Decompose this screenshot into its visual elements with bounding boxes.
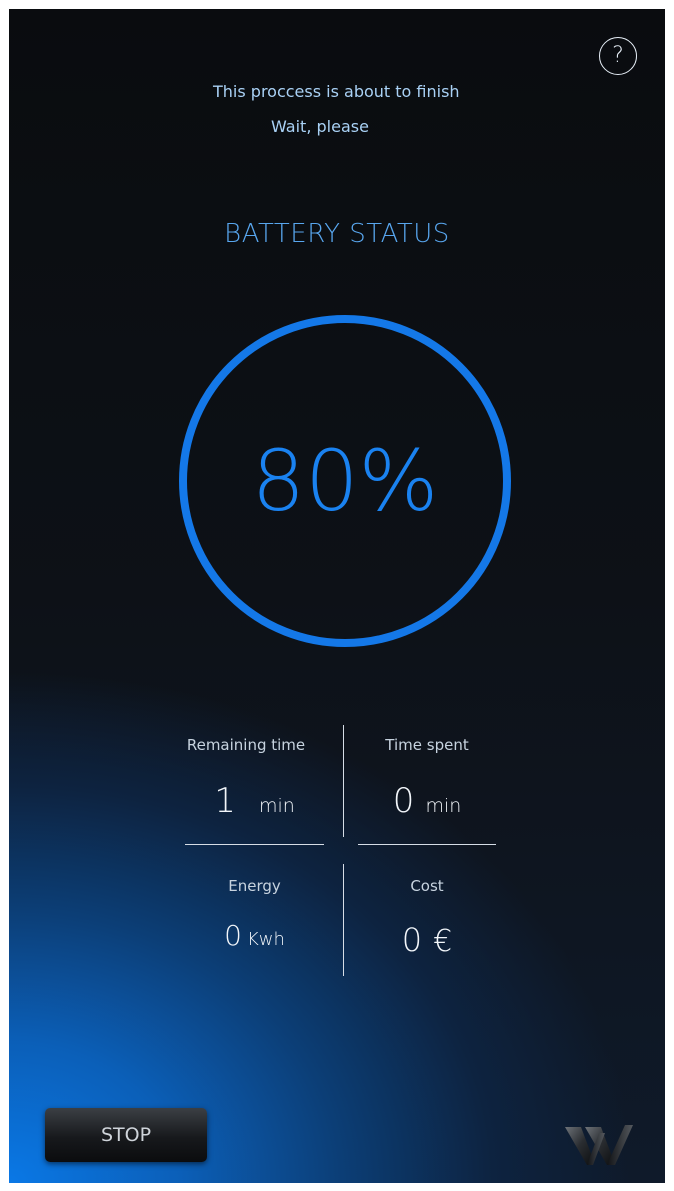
help-button[interactable]: ?: [599, 37, 637, 75]
time-spent-label: Time spent: [385, 736, 469, 754]
w-logo-icon: [565, 1125, 633, 1165]
battery-status-title: BATTERY STATUS: [224, 219, 450, 249]
energy-number: 0: [224, 919, 242, 952]
energy-value: 0 Kwh: [175, 919, 334, 952]
cost-currency: €: [433, 924, 453, 959]
remaining-time-value: 1 min: [185, 781, 324, 821]
time-spent-value: 0 min: [358, 781, 496, 821]
divider-vertical-bottom: [343, 864, 344, 976]
divider-vertical-top: [343, 725, 344, 837]
status-message: This proccess is about to finish: [213, 82, 460, 101]
wait-message: Wait, please: [271, 117, 369, 136]
stop-button-label: STOP: [100, 1124, 152, 1146]
time-spent-number: 0: [392, 781, 415, 821]
energy-label: Energy: [228, 877, 281, 895]
time-spent-unit: min: [425, 795, 462, 817]
cost-value: 0 €: [358, 921, 496, 959]
energy-unit: Kwh: [246, 929, 285, 950]
remaining-time-number: 1: [214, 781, 236, 821]
question-icon: ?: [612, 43, 624, 68]
stop-button[interactable]: STOP: [45, 1108, 207, 1162]
battery-percentage: 80%: [251, 432, 439, 530]
divider-horizontal-left: [185, 844, 324, 845]
divider-horizontal-right: [358, 844, 496, 845]
cost-number: 0: [401, 921, 423, 959]
remaining-time-unit: min: [258, 795, 295, 817]
remaining-time-label: Remaining time: [186, 736, 306, 754]
charging-screen: ? This proccess is about to finish Wait,…: [9, 9, 665, 1183]
cost-label: Cost: [410, 877, 444, 895]
